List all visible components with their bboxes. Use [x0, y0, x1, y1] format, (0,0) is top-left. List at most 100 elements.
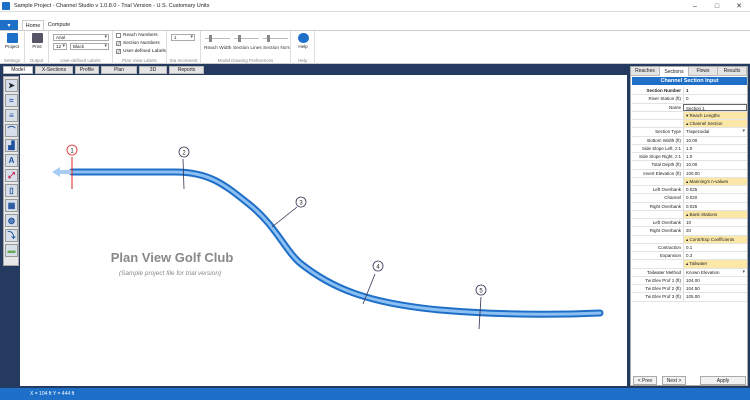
property-category-row[interactable]: ▴ Channel Section: [632, 120, 747, 129]
project-button[interactable]: Project: [3, 33, 21, 53]
print-button[interactable]: Print: [28, 33, 46, 53]
property-category-row[interactable]: ▴ Tailwater: [632, 260, 747, 269]
tab-profile[interactable]: Profile: [75, 66, 99, 74]
property-value[interactable]: 20: [683, 227, 747, 235]
property-value[interactable]: 10.00: [683, 161, 747, 169]
reach-channel-line[interactable]: [68, 168, 604, 318]
property-category-row[interactable]: ▴ Bank Stations: [632, 210, 747, 219]
tab-model[interactable]: Model: [3, 66, 33, 74]
property-row[interactable]: Contraction 0.1: [632, 243, 747, 252]
property-value[interactable]: 1: [683, 87, 747, 95]
tab-x-sections[interactable]: X-Sections: [35, 66, 73, 74]
zoom-extents-tool-icon[interactable]: ⤢: [5, 169, 18, 182]
maximize-icon[interactable]: □: [706, 0, 728, 12]
reach-numbers-checkbox[interactable]: Reach Numbers: [116, 32, 158, 38]
bridge-tool-icon[interactable]: ⌒: [5, 124, 18, 137]
delete-tool-icon[interactable]: ▯: [5, 184, 18, 197]
property-row[interactable]: Section Type Trapezoidal: [632, 128, 747, 137]
section-nos-slider[interactable]: [263, 35, 288, 43]
close-icon[interactable]: ✕: [728, 0, 750, 12]
file-menu-button[interactable]: ▾: [0, 20, 18, 30]
tab-results[interactable]: Results: [718, 67, 747, 76]
property-value[interactable]: Section 1: [683, 103, 747, 111]
checkbox-box[interactable]: ✓: [116, 48, 121, 54]
property-value[interactable]: 0: [683, 95, 747, 103]
property-row[interactable]: Tw Elev Prof 1 (ft) 104.00: [632, 276, 747, 285]
property-category-row[interactable]: ▴ Manning's n-values: [632, 177, 747, 186]
help-button[interactable]: Help: [294, 33, 312, 53]
property-value[interactable]: 0.3: [683, 252, 747, 260]
property-value[interactable]: 104.50: [683, 285, 747, 293]
section-lines-slider[interactable]: [234, 35, 259, 43]
property-value[interactable]: 0.020: [683, 194, 747, 202]
property-value[interactable]: 10.00: [683, 136, 747, 144]
pointer-tool-icon[interactable]: ➤: [5, 79, 18, 92]
sta-increment-select[interactable]: 1: [171, 34, 195, 41]
property-row[interactable]: Tw Elev Prof 3 (ft) 105.00: [632, 293, 747, 302]
plan-view-canvas[interactable]: 1 2 3 4 5 Plan View Golf Club (Sample pr…: [20, 75, 627, 386]
checkbox-box[interactable]: ✓: [116, 40, 121, 46]
checkbox-box[interactable]: [116, 32, 121, 38]
tab-sections[interactable]: Sections: [660, 67, 689, 76]
tab-reaches[interactable]: Reaches: [631, 67, 660, 76]
property-category-row[interactable]: ▾ Reach Lengths: [632, 111, 747, 120]
property-row[interactable]: Tailwater Method Known Elevation: [632, 268, 747, 277]
section-line-3[interactable]: [271, 206, 298, 228]
property-row[interactable]: Side Slope Left, z:1 1.0: [632, 144, 747, 153]
globe-tool-icon[interactable]: ◍: [5, 214, 18, 227]
prev-button[interactable]: < Prev: [633, 376, 657, 385]
property-row[interactable]: Left Overbank 10: [632, 219, 747, 228]
property-row[interactable]: Side Slope Right, z:1 1.0: [632, 153, 747, 162]
font-color-select[interactable]: Black: [70, 43, 109, 50]
tab-3d[interactable]: 3D: [139, 66, 167, 74]
minimize-icon[interactable]: –: [684, 0, 706, 12]
import-tool-icon[interactable]: ⤵: [5, 229, 18, 242]
property-value[interactable]: 105.00: [683, 293, 747, 301]
property-value[interactable]: 10: [683, 219, 747, 227]
property-row[interactable]: Tw Elev Prof 2 (ft) 104.50: [632, 285, 747, 294]
property-row[interactable]: Channel 0.020: [632, 194, 747, 203]
section-line-2[interactable]: [182, 158, 185, 190]
property-value[interactable]: 100.00: [683, 169, 747, 177]
text-label-tool-icon[interactable]: A: [5, 154, 18, 167]
plan-view-drawing: 1 2 3 4 5 Plan View Golf Club (Sample pr…: [52, 144, 604, 330]
property-row[interactable]: Bottom Width (ft) 10.00: [632, 136, 747, 145]
property-row[interactable]: Expansion 0.3: [632, 252, 747, 261]
property-value[interactable]: Trapezoidal: [683, 128, 747, 136]
property-row[interactable]: Invert Elevation (ft) 100.00: [632, 169, 747, 178]
property-category-row[interactable]: ▴ Contr/Exp Coefficients: [632, 235, 747, 244]
apply-button[interactable]: Apply: [700, 376, 746, 385]
property-row[interactable]: Left Overbank 0.025: [632, 186, 747, 195]
property-row[interactable]: Right Overbank 20: [632, 227, 747, 236]
property-value[interactable]: Known Elevation: [683, 268, 747, 276]
ribbon-tab-home[interactable]: Home: [22, 20, 44, 30]
ribbon-tab-compute[interactable]: Compute: [46, 20, 72, 30]
property-row[interactable]: Section Number 1: [632, 87, 747, 96]
property-value[interactable]: 1.0: [683, 144, 747, 152]
user-labels-checkbox[interactable]: ✓ User-defined Labels: [116, 48, 166, 54]
property-value[interactable]: 0.1: [683, 243, 747, 251]
property-value[interactable]: 104.00: [683, 276, 747, 284]
tab-plan[interactable]: Plan: [101, 66, 137, 74]
tab-flows[interactable]: Flows: [689, 67, 718, 76]
font-family-select[interactable]: Arial: [53, 34, 109, 41]
section-nos-label: Section No's: [263, 46, 290, 51]
tab-reports[interactable]: Reports: [169, 66, 204, 74]
property-value[interactable]: 0.025: [683, 202, 747, 210]
add-section-tool-icon[interactable]: ≡: [5, 109, 18, 122]
channel-tool-icon[interactable]: ▟: [5, 139, 18, 152]
section-numbers-checkbox[interactable]: ✓ Section Numbers: [116, 40, 160, 46]
property-row[interactable]: Total Depth (ft) 10.00: [632, 161, 747, 170]
next-button[interactable]: Next >: [662, 376, 686, 385]
draw-reach-tool-icon[interactable]: ≈: [5, 94, 18, 107]
property-row[interactable]: River Station (ft) 0: [632, 95, 747, 104]
terrain-tool-icon[interactable]: ▬: [5, 244, 18, 257]
property-row[interactable]: Name Section 1: [632, 103, 747, 112]
font-size-select[interactable]: 12: [53, 43, 67, 50]
property-value[interactable]: 0.025: [683, 186, 747, 194]
checkbox-label: Reach Numbers: [123, 32, 158, 38]
property-row[interactable]: Right Overbank 0.025: [632, 202, 747, 211]
grid-tool-icon[interactable]: ▦: [5, 199, 18, 212]
property-value[interactable]: 1.0: [683, 153, 747, 161]
reach-width-slider[interactable]: [205, 35, 230, 43]
